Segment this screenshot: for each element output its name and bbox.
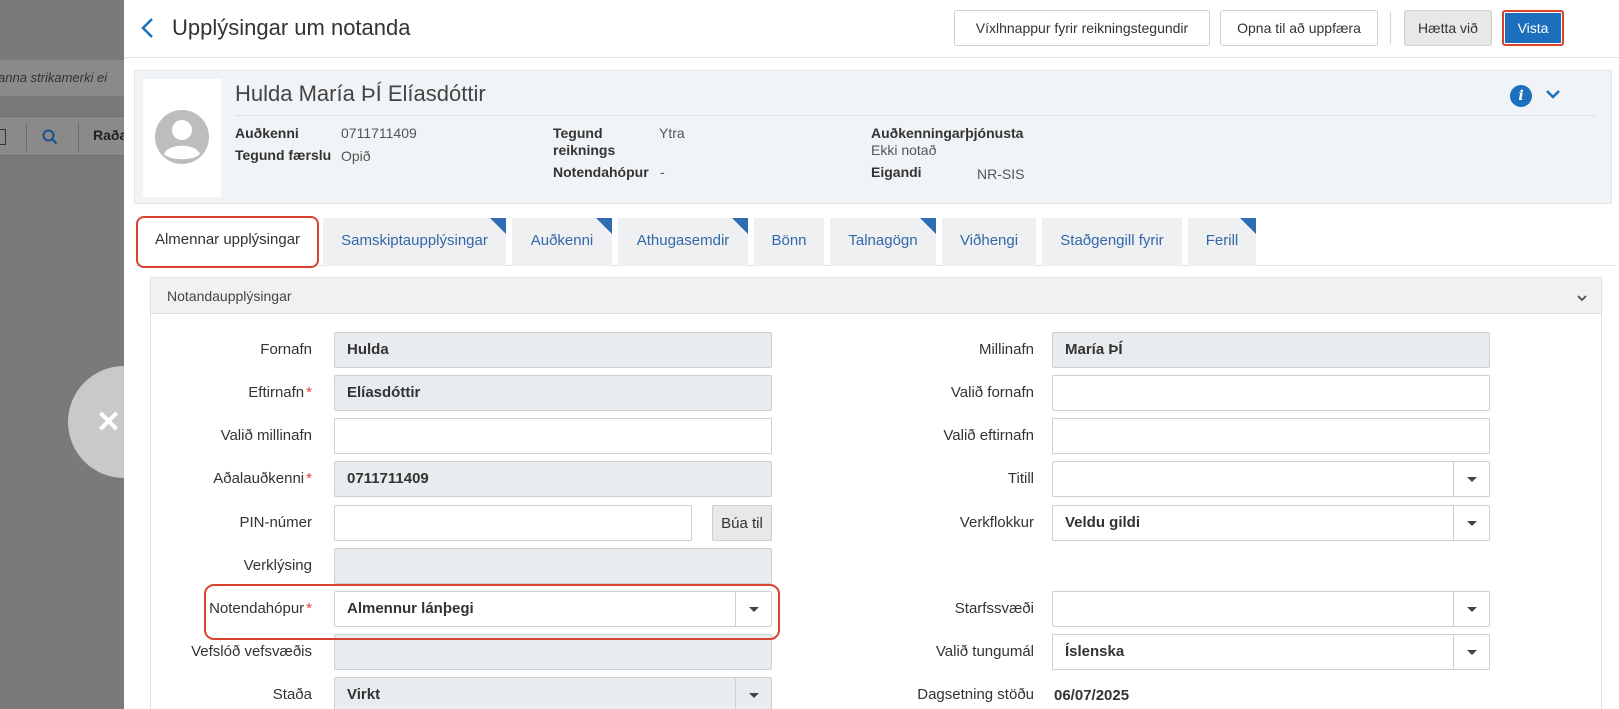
job-description-field[interactable] [334,548,772,584]
tab-bar: Almennar upplýsingar Samskiptaupplýsinga… [136,216,1616,268]
job-category-select[interactable]: Veldu gildi [1052,505,1490,541]
preferred-language-select[interactable]: Íslenska [1052,634,1490,670]
divider [235,115,1595,116]
flag-icon [1240,218,1256,234]
last-name-label: Eftirnafn * [248,384,312,401]
tab-attachments[interactable]: Viðhengi [942,218,1036,266]
user-summary-card: Hulda María ÞÍ Elíasdóttir Auðkenni 0711… [134,70,1612,204]
middle-name-field[interactable]: María ÞÍ [1052,332,1490,368]
preferred-last-name-label: Valið eftirnafn [943,427,1034,444]
middle-name-label: Millinafn [978,341,1034,358]
campus-url-label: Vefslóð vefsvæðis [191,643,312,660]
close-icon[interactable]: ✕ [96,408,121,438]
owner-label: Eigandi [871,164,922,180]
tab-notes[interactable]: Athugasemdir [618,218,748,266]
section-header[interactable]: Notandaupplýsingar [151,278,1601,314]
info-icon[interactable]: i [1510,85,1532,107]
first-name-label: Fornafn [260,341,312,358]
panel-header: Upplýsingar um notanda Víxlhnappur fyrir… [124,0,1619,58]
tab-identifiers[interactable]: Auðkenni [512,218,612,266]
first-name-field[interactable]: Hulda [334,332,772,368]
pin-label: PIN-númer [239,514,312,531]
campus-select[interactable] [1052,591,1490,627]
background-page: anna strikamerki ei Raða [0,0,124,709]
id-value: 0711711409 [341,125,417,141]
tab-statistics[interactable]: Talnagögn [830,218,936,266]
user-name: Hulda María ÞÍ Elíasdóttir [235,81,486,106]
divider [78,123,79,151]
account-type-value: Ytra [659,125,685,141]
title-select[interactable] [1052,461,1490,497]
divider [26,123,27,151]
toggle-account-types-button[interactable]: Víxlhnappur fyrir reikningstegundir [954,10,1210,46]
user-group-highlight [204,584,780,640]
avatar [143,79,221,197]
preferred-first-name-field[interactable] [1052,375,1490,411]
status-select[interactable]: Virkt [334,677,772,709]
tab-proxy-for[interactable]: Staðgengill fyrir [1042,218,1182,266]
user-details-panel: Upplýsingar um notanda Víxlhnappur fyrir… [124,0,1619,709]
status-label: Staða [272,686,312,703]
primary-id-field[interactable]: 0711711409 [334,461,772,497]
dropdown-arrow-icon[interactable] [1453,635,1489,669]
open-to-update-button[interactable]: Opna til að uppfæra [1220,10,1378,46]
cancel-button[interactable]: Hætta við [1404,10,1492,46]
tab-blocks[interactable]: Bönn [754,218,824,266]
status-date-value: 06/07/2025 [1054,687,1130,704]
user-group-value: - [660,164,665,180]
divider [1390,12,1391,44]
page-title: Upplýsingar um notanda [172,15,411,40]
dropdown-arrow-icon[interactable] [1453,462,1489,496]
user-avatar-icon [155,110,209,164]
status-date-label: Dagsetning stöðu [917,686,1034,703]
record-type-label: Tegund færslu [235,147,332,163]
job-category-label: Verkflokkur [959,514,1034,531]
search-icon [42,129,58,148]
preferred-last-name-field[interactable] [1052,418,1490,454]
flag-icon [732,218,748,234]
tab-contact-info[interactable]: Samskiptaupplýsingar [323,218,506,266]
auth-service-value: Ekki notað [871,142,937,158]
generate-pin-button[interactable]: Búa til [712,505,772,541]
primary-id-label: Aðalauðkenni * [213,470,312,487]
owner-value: NR-SIS [977,166,1025,182]
preferred-language-label: Valið tungumál [935,643,1034,660]
sort-label: Raða [93,127,124,143]
background-strip: anna strikamerki ei [0,60,124,96]
flag-icon [490,218,506,234]
account-type-label: Tegund reiknings [553,125,616,158]
record-type-value: Opið [341,148,371,164]
last-name-field[interactable]: Elíasdóttir [334,375,772,411]
tab-history[interactable]: Ferill [1188,218,1256,266]
preferred-first-name-label: Valið fornafn [950,384,1034,401]
campus-label: Starfssvæði [954,600,1034,617]
flag-icon [596,218,612,234]
dropdown-arrow-icon[interactable] [1453,592,1489,626]
dropdown-arrow-icon[interactable] [1453,506,1489,540]
preferred-middle-name-label: Valið millinafn [220,427,312,444]
tab-general-info[interactable]: Almennar upplýsingar [136,216,319,268]
back-button[interactable] [138,14,162,42]
checkbox-icon [0,129,6,145]
user-group-label: Notendahópur [553,164,649,180]
flag-icon [920,218,936,234]
section-title: Notandaupplýsingar [167,288,292,304]
dropdown-arrow-icon[interactable] [735,678,771,709]
pin-field[interactable] [334,505,692,541]
preferred-middle-name-field[interactable] [334,418,772,454]
chevron-down-icon[interactable] [1543,84,1563,107]
job-description-label: Verklýsing [243,557,312,574]
background-toolbar: Raða [0,116,124,156]
chevron-down-icon[interactable] [1576,290,1588,306]
chevron-left-icon [141,18,153,38]
title-label: Titill [1007,470,1034,487]
auth-service-label: Auðkenningarþjónusta [871,125,1024,141]
id-label: Auðkenni [235,125,299,141]
save-button[interactable]: Vista [1502,10,1564,46]
